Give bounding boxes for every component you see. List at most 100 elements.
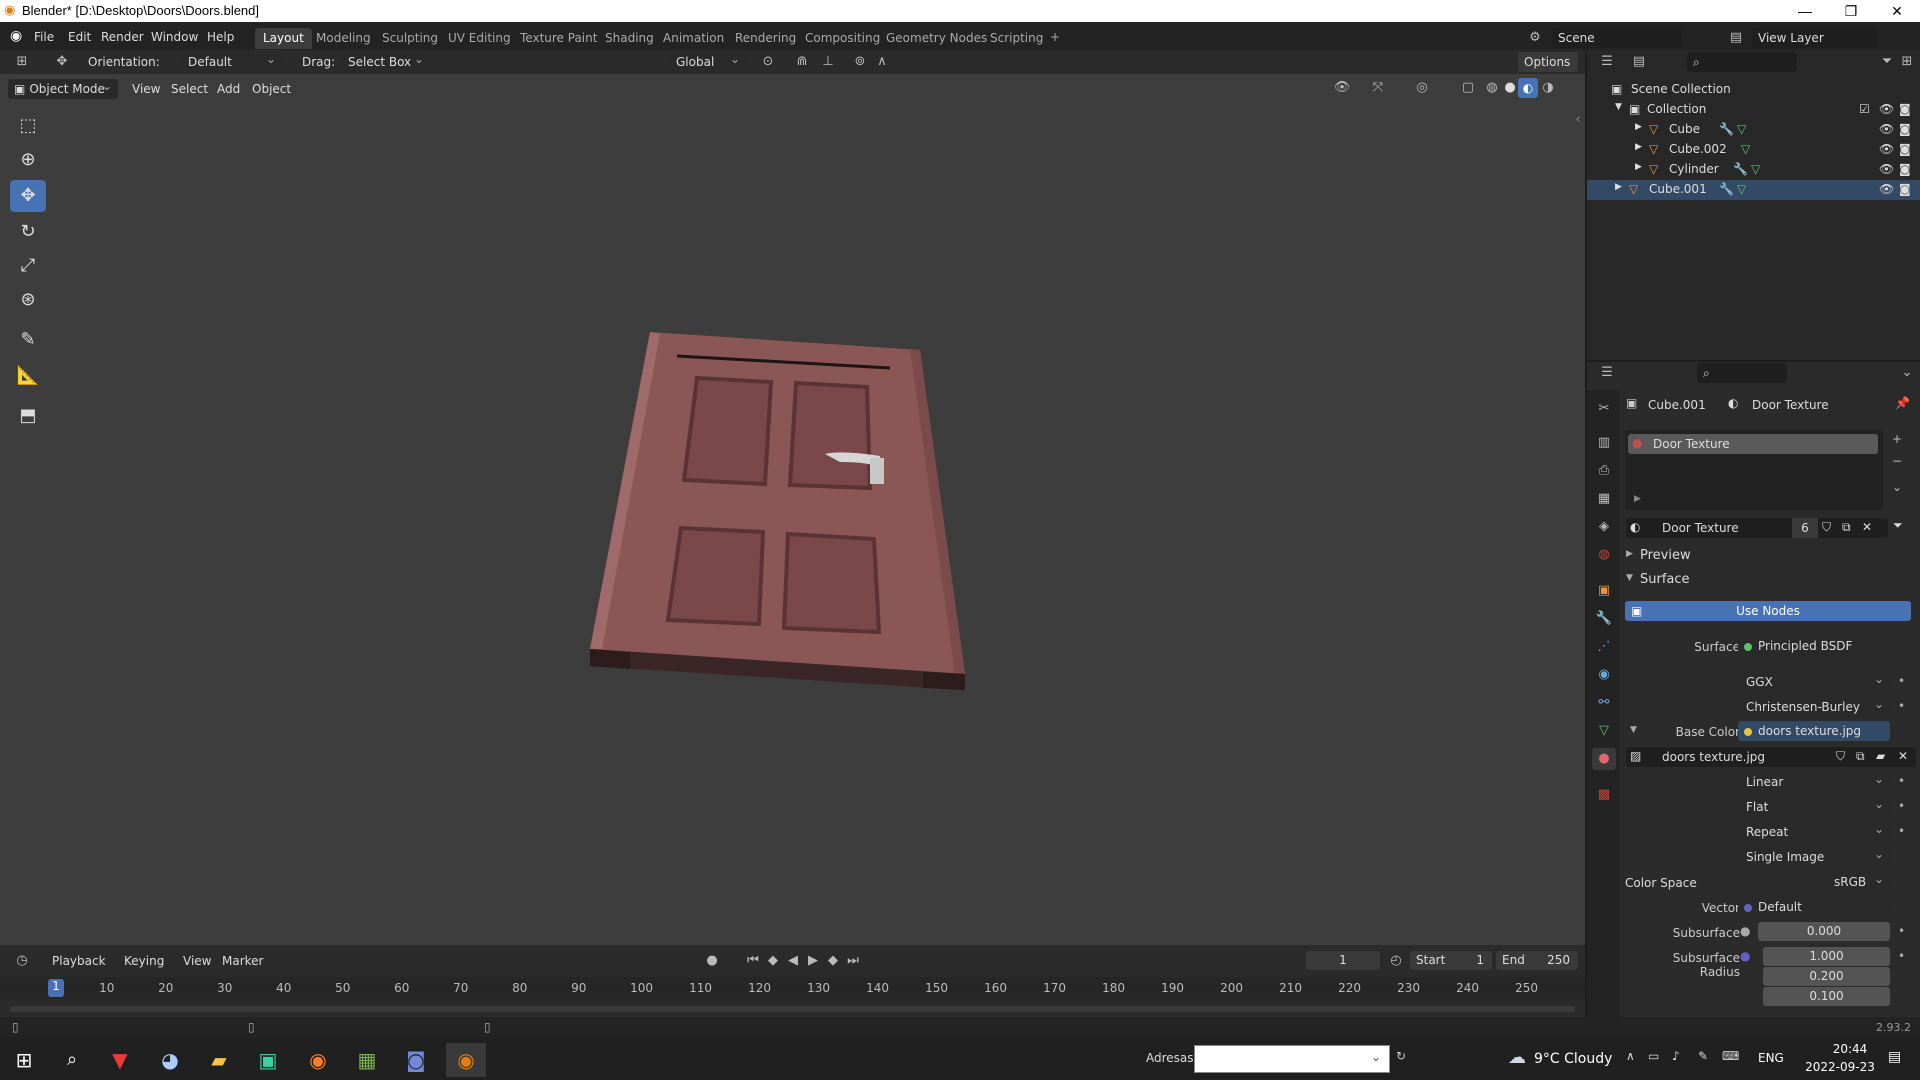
keyframe-dot-icon[interactable]: • [1898, 674, 1905, 688]
duplicate-icon[interactable]: ⧉ [1842, 520, 1851, 535]
camera-icon[interactable]: ◙ [1899, 142, 1911, 156]
preview-panel-header[interactable]: ▶ Preview [1626, 546, 1916, 566]
chevron-down-icon[interactable]: ⌄ [1897, 363, 1917, 383]
view-layer-icon[interactable]: ▤ [1726, 28, 1746, 48]
keyframe-dot-icon[interactable]: • [1898, 924, 1905, 938]
cursor-tool[interactable]: ⊕ [10, 144, 46, 176]
mode-dropdown[interactable]: ▣ Object Mode [8, 79, 118, 99]
network-icon[interactable]: ▭ [1648, 1049, 1659, 1063]
menu-window[interactable]: Window [151, 30, 198, 44]
timeline-menu-view[interactable]: View [183, 954, 211, 968]
outliner-search[interactable]: ⌕ [1687, 52, 1797, 72]
subsurface-field[interactable]: 0.000 [1758, 922, 1890, 941]
projection-dropdown[interactable]: Flat [1738, 797, 1890, 817]
refresh-icon[interactable]: ↻ [1396, 1049, 1406, 1063]
options-button[interactable]: Options [1518, 52, 1578, 72]
folder-icon[interactable]: ▰ [1876, 749, 1885, 763]
fake-user-icon[interactable]: ⛉ [1836, 749, 1845, 764]
blender-menu-icon[interactable]: ◉ [10, 28, 22, 44]
base-color-field[interactable]: doors texture.jpg [1738, 721, 1890, 741]
camera-icon[interactable]: ◙ [1899, 102, 1911, 116]
outliner-row-cube-002[interactable]: ▶ ▽ Cube.002 ▽ 👁 ◙ [1587, 140, 1920, 160]
tab-texture-paint[interactable]: Texture Paint [512, 28, 605, 49]
eye-icon[interactable]: 👁 [1879, 122, 1894, 136]
viewport-menu-object[interactable]: Object [252, 82, 291, 96]
particles-tab-icon[interactable]: ⋰ [1592, 636, 1616, 658]
outliner-row-cylinder[interactable]: ▶ ▽ Cylinder 🔧 ▽ 👁 ◙ [1587, 160, 1920, 180]
file-explorer-icon[interactable]: ▰ [199, 1043, 239, 1077]
camera-icon[interactable]: ◙ [1899, 122, 1911, 136]
subsurface-radius-x[interactable]: 1.000 [1763, 947, 1890, 966]
address-input[interactable]: ⌄ [1194, 1045, 1390, 1073]
add-workspace-icon[interactable]: + [1050, 30, 1060, 44]
xray-icon[interactable]: ▢ [1458, 78, 1478, 98]
record-icon[interactable]: ● [702, 951, 722, 971]
maximize-button[interactable]: ❐ [1828, 0, 1874, 22]
drag-dropdown[interactable]: Select Box [342, 52, 430, 72]
tray-chevron-icon[interactable]: ∧ [1626, 1049, 1635, 1063]
object-tab-icon[interactable]: ▣ [1592, 580, 1616, 602]
outliner-row-scene-collection[interactable]: ▣ Scene Collection [1587, 80, 1920, 100]
overlays-icon[interactable]: ◎ [1412, 78, 1432, 98]
minecraft-icon[interactable]: ▦ [347, 1043, 387, 1077]
outliner-type-icon[interactable]: ☰ [1595, 52, 1619, 72]
scene-tab-icon[interactable]: ◈ [1592, 516, 1616, 538]
transform-orientation-dropdown[interactable]: Global [670, 52, 746, 72]
keyboard-icon[interactable]: ⌨ [1722, 1049, 1739, 1063]
expand-arrow-icon[interactable]: ▶ [1635, 122, 1642, 132]
expand-arrow-icon[interactable]: ▶ [1615, 182, 1622, 192]
camera-icon[interactable]: ◙ [1899, 182, 1911, 196]
tab-uv-editing[interactable]: UV Editing [440, 28, 519, 49]
timeline-type-icon[interactable]: ◷ [10, 951, 34, 971]
tab-shading[interactable]: Shading [597, 28, 662, 49]
proportional-edit-icon[interactable]: ⊚ [848, 52, 872, 72]
eye-icon[interactable]: 👁 [1879, 182, 1894, 196]
properties-search[interactable]: ⌕ [1697, 363, 1787, 383]
add-slot-icon[interactable]: + [1892, 432, 1902, 446]
rendered-shading-icon[interactable]: ◑ [1538, 78, 1558, 98]
expand-arrow-icon[interactable]: ▶ [1634, 494, 1641, 504]
jump-end-icon[interactable]: ⏭ [844, 951, 862, 971]
unlink-icon[interactable]: ✕ [1898, 749, 1908, 763]
outliner-row-collection[interactable]: ▼ ▣ Collection ☑ 👁 ◙ [1587, 100, 1920, 120]
surface-panel-header[interactable]: ▼ Surface [1626, 570, 1916, 590]
clock-date[interactable]: 2022-09-23 [1800, 1060, 1880, 1074]
material-preview-icon[interactable]: ◐ [1518, 78, 1538, 98]
new-collection-icon[interactable]: ⊞ [1897, 52, 1917, 72]
jump-start-icon[interactable]: ⏮ [744, 951, 762, 971]
tab-geometry-nodes[interactable]: Geometry Nodes [878, 28, 995, 49]
image-datablock[interactable]: ▨ doors texture.jpg ⛉ ⧉ ▰ ✕ [1626, 747, 1916, 767]
surface-shader-field[interactable]: Principled BSDF [1738, 636, 1888, 656]
gizmo-icon[interactable]: ⤧ [1368, 78, 1388, 98]
distribution-dropdown[interactable]: GGX [1738, 672, 1890, 692]
menu-edit[interactable]: Edit [68, 30, 91, 44]
texture-tab-icon[interactable]: ▩ [1592, 784, 1616, 806]
keyframe-dot-icon[interactable]: • [1898, 799, 1905, 813]
browse-slot-icon[interactable]: ⏷ [1893, 518, 1903, 533]
modifier-tab-icon[interactable]: 🔧 [1592, 608, 1616, 630]
timeline-menu-keying[interactable]: Keying [124, 954, 164, 968]
end-frame-field[interactable]: End 250 [1496, 951, 1578, 970]
chevron-down-icon[interactable]: ⌄ [1371, 1050, 1381, 1064]
vivaldi-icon[interactable]: ▼ [100, 1043, 140, 1077]
viewport-menu-add[interactable]: Add [217, 82, 240, 96]
scale-tool[interactable]: ⤢ [10, 250, 46, 282]
eye-icon[interactable]: 👁 [1879, 142, 1894, 156]
physics-tab-icon[interactable]: ◉ [1592, 664, 1616, 686]
weather-label[interactable]: 9°C Cloudy [1534, 1051, 1612, 1067]
clock-icon[interactable]: ◴ [1386, 951, 1406, 971]
timeline-menu-marker[interactable]: Marker [222, 954, 263, 968]
viewport-menu-view[interactable]: View [132, 82, 160, 96]
language-label[interactable]: ENG [1758, 1051, 1784, 1065]
scene-icon[interactable]: ⚙ [1525, 28, 1545, 48]
outliner-row-cube-001[interactable]: ▶ ▽ Cube.001 🔧 ▽ 👁 ◙ [1587, 180, 1920, 200]
falloff-icon[interactable]: ∧ [870, 52, 894, 72]
select-box-tool[interactable]: ⬚ [10, 110, 46, 142]
keyframe-dot-icon[interactable]: • [1898, 949, 1905, 963]
close-button[interactable]: ✕ [1874, 0, 1920, 22]
world-tab-icon[interactable]: ◍ [1592, 544, 1616, 566]
render-tab-icon[interactable]: ▥ [1592, 432, 1616, 454]
clock-time[interactable]: 20:44 [1820, 1042, 1880, 1056]
search-icon[interactable]: ⌕ [52, 1043, 92, 1077]
add-cube-tool[interactable]: ⬒ [10, 400, 46, 432]
